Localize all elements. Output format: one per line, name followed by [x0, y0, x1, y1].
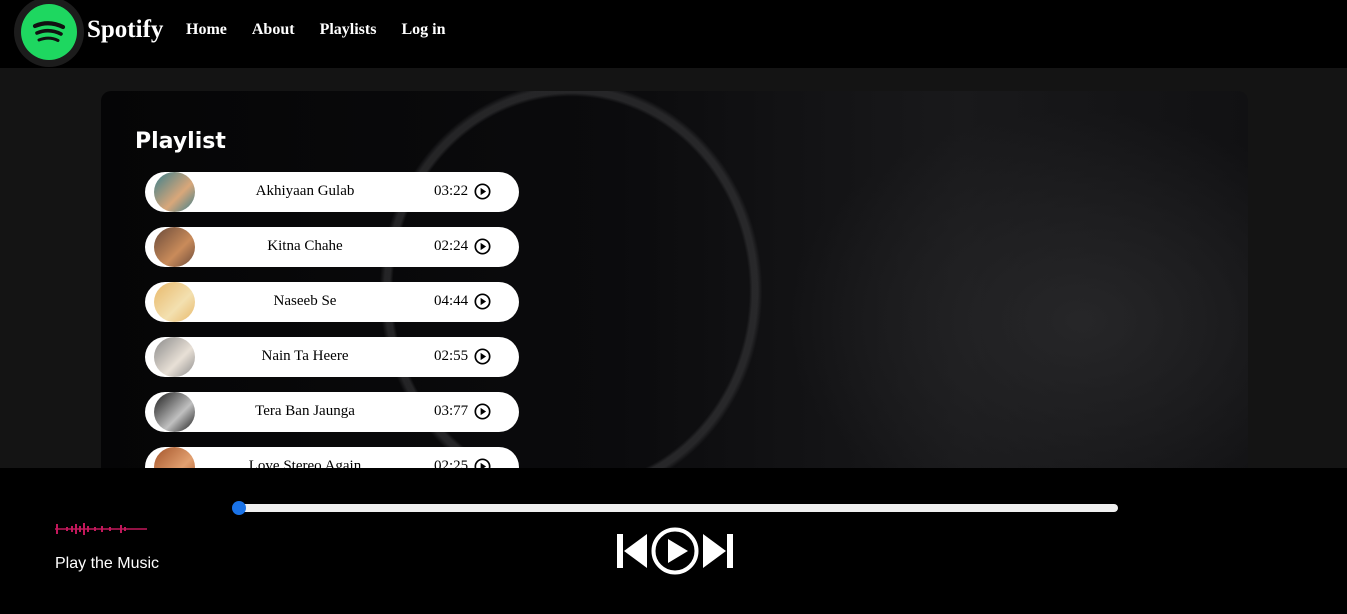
song-item[interactable]: Tera Ban Jaunga 03:77: [145, 392, 519, 432]
song-name: Kitna Chahe: [267, 238, 343, 254]
song-duration: 03:77: [434, 403, 469, 419]
play-circle-icon[interactable]: [474, 403, 491, 420]
song-item[interactable]: Nain Ta Heere 02:55: [145, 337, 519, 377]
song-name: Tera Ban Jaunga: [255, 403, 355, 419]
song-list: Akhiyaan Gulab 03:22 Kitna Chahe 02:24 Nasee…: [145, 172, 519, 502]
song-item[interactable]: Naseeb Se 04:44: [145, 282, 519, 322]
playback-controls: [614, 526, 736, 576]
playlist-title: Playlist: [135, 129, 226, 154]
song-duration: 02:24: [434, 238, 469, 254]
song-name: Akhiyaan Gulab: [255, 183, 355, 199]
playlist-card: Playlist Akhiyaan Gulab 03:22 Kitna Chahe 0…: [101, 91, 1248, 511]
nav-link-about[interactable]: About: [252, 21, 295, 39]
play-circle-icon[interactable]: [474, 348, 491, 365]
song-duration: 03:22: [434, 183, 469, 199]
music-player-bar: Play the Music: [0, 468, 1347, 614]
song-cover-image: [154, 282, 195, 322]
nav-link-home[interactable]: Home: [186, 21, 227, 39]
song-cover-image: [154, 392, 195, 432]
play-circle-icon[interactable]: [650, 526, 700, 576]
brand-name[interactable]: Spotify: [87, 16, 163, 44]
play-circle-icon[interactable]: [474, 238, 491, 255]
nav-links: Home About Playlists Log in: [186, 21, 445, 39]
nav-link-playlists[interactable]: Playlists: [320, 21, 377, 39]
song-name: Nain Ta Heere: [261, 348, 349, 364]
song-item[interactable]: Kitna Chahe 02:24: [145, 227, 519, 267]
song-cover-image: [154, 172, 195, 212]
play-circle-icon[interactable]: [474, 183, 491, 200]
spotify-logo-icon[interactable]: [14, 0, 84, 67]
now-playing-label: Play the Music: [55, 555, 160, 572]
skip-next-icon[interactable]: [700, 533, 736, 569]
song-duration: 04:44: [434, 293, 469, 309]
play-circle-icon[interactable]: [474, 293, 491, 310]
song-name: Naseeb Se: [273, 293, 337, 309]
progress-thumb[interactable]: [232, 501, 246, 515]
song-cover-image: [154, 337, 195, 377]
progress-track[interactable]: [236, 504, 1118, 512]
song-duration: 02:55: [434, 348, 469, 364]
navbar: Spotify Home About Playlists Log in: [0, 0, 1347, 68]
nav-link-login[interactable]: Log in: [401, 21, 445, 39]
progress-slider[interactable]: [232, 501, 1118, 515]
song-item[interactable]: Akhiyaan Gulab 03:22: [145, 172, 519, 212]
skip-previous-icon[interactable]: [614, 533, 650, 569]
song-cover-image: [154, 227, 195, 267]
waveform-icon: [55, 523, 147, 535]
